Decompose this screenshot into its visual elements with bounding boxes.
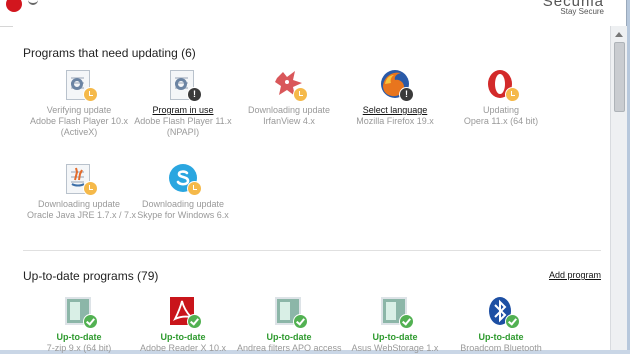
- select-language-link[interactable]: Select language: [343, 104, 447, 116]
- adobe-reader-icon: [167, 295, 202, 329]
- brand-tagline: Stay Secure: [560, 7, 604, 16]
- program-tile[interactable]: Up-to-date Broadcom Bluetooth: [449, 295, 553, 354]
- java-icon: [63, 162, 98, 196]
- waiting-badge-icon: [505, 87, 520, 102]
- program-status: Up-to-date: [160, 332, 206, 342]
- program-tile[interactable]: Verifying update Adobe Flash Player 10.x…: [27, 68, 131, 138]
- ok-badge-icon: [293, 314, 308, 329]
- app-window: Secunia Stay Secure Programs that need u…: [0, 0, 627, 353]
- program-status: Up-to-date: [478, 332, 524, 342]
- program-tile[interactable]: Downloading update IrfanView 4.x: [237, 68, 341, 127]
- skype-icon: [167, 162, 202, 196]
- program-name: Opera 11.x (64 bit): [463, 116, 539, 126]
- secunia-logo-icon: [6, 0, 22, 12]
- program-name: Oracle Java JRE 1.7.x / 7.x: [27, 210, 137, 220]
- program-tile[interactable]: Downloading update Skype for Windows 6.x: [131, 162, 235, 221]
- program-tile[interactable]: Up-to-date 7-zip 9.x (64 bit): [27, 295, 131, 354]
- program-tile[interactable]: ! Select language Mozilla Firefox 19.x: [343, 68, 447, 127]
- info-badge-icon: !: [399, 87, 414, 102]
- waiting-badge-icon: [187, 181, 202, 196]
- scroll-up-arrow-icon[interactable]: [615, 32, 623, 37]
- program-name-detail: (ActiveX): [60, 127, 98, 137]
- section-divider: [23, 250, 601, 251]
- program-status: Up-to-date: [372, 332, 418, 342]
- program-status: Up-to-date: [266, 332, 312, 342]
- program-tile[interactable]: ! Program in use Adobe Flash Player 11.x…: [131, 68, 235, 138]
- waiting-badge-icon: [83, 87, 98, 102]
- program-status: Updating: [482, 105, 520, 115]
- needs-update-title: Programs that need updating (6): [23, 46, 196, 60]
- program-name: Andrea filters APO access: [237, 343, 342, 353]
- program-name: Broadcom Bluetooth: [460, 343, 542, 353]
- document-gear-icon: [63, 68, 98, 102]
- generic-program-icon: [379, 295, 414, 329]
- ok-badge-icon: [399, 314, 414, 329]
- bluetooth-icon: [485, 295, 520, 329]
- program-name: Mozilla Firefox 19.x: [356, 116, 434, 126]
- ok-badge-icon: [187, 314, 202, 329]
- program-tile[interactable]: Updating Opera 11.x (64 bit): [449, 68, 553, 127]
- add-program-link[interactable]: Add program: [549, 270, 601, 280]
- vertical-scrollbar[interactable]: [610, 26, 627, 350]
- ok-badge-icon: [505, 314, 520, 329]
- program-list-panel: Programs that need updating (6) Verifyin…: [13, 26, 610, 353]
- info-badge-icon: !: [187, 87, 202, 102]
- waiting-badge-icon: [293, 87, 308, 102]
- program-tile[interactable]: Downloading update Oracle Java JRE 1.7.x…: [27, 162, 137, 221]
- program-status: Downloading update: [247, 105, 331, 115]
- program-status: Verifying update: [46, 105, 112, 115]
- program-name-detail: (NPAPI): [166, 127, 200, 137]
- header-bar: Secunia Stay Secure: [0, 0, 626, 27]
- scrollbar-thumb[interactable]: [614, 42, 625, 112]
- generic-program-icon: [63, 295, 98, 329]
- program-tile[interactable]: Up-to-date Adobe Reader X 10.x: [131, 295, 235, 354]
- document-gear-icon: !: [167, 68, 202, 102]
- program-in-use-link[interactable]: Program in use: [131, 104, 235, 116]
- program-name: Skype for Windows 6.x: [137, 210, 229, 220]
- program-tile[interactable]: Up-to-date Andrea filters APO access: [237, 295, 342, 354]
- firefox-icon: !: [379, 68, 414, 102]
- program-status: Downloading update: [141, 199, 225, 209]
- ok-badge-icon: [83, 314, 98, 329]
- program-status: Up-to-date: [56, 332, 102, 342]
- program-status: Downloading update: [37, 199, 121, 209]
- program-name: Adobe Flash Player 11.x: [134, 116, 232, 126]
- program-name: 7-zip 9.x (64 bit): [46, 343, 112, 353]
- program-name: Adobe Flash Player 10.x: [29, 116, 129, 126]
- program-tile[interactable]: Up-to-date Asus WebStorage 1.x: [343, 295, 447, 354]
- opera-icon: [485, 68, 520, 102]
- program-name: Adobe Reader X 10.x: [139, 343, 227, 353]
- up-to-date-title: Up-to-date programs (79): [23, 269, 159, 283]
- program-name: Asus WebStorage 1.x: [351, 343, 439, 353]
- irfanview-cat-icon: [273, 68, 308, 102]
- generic-program-icon: [273, 295, 308, 329]
- program-name: IrfanView 4.x: [263, 116, 315, 126]
- waiting-badge-icon: [83, 181, 98, 196]
- logo-swoosh: [28, 0, 38, 5]
